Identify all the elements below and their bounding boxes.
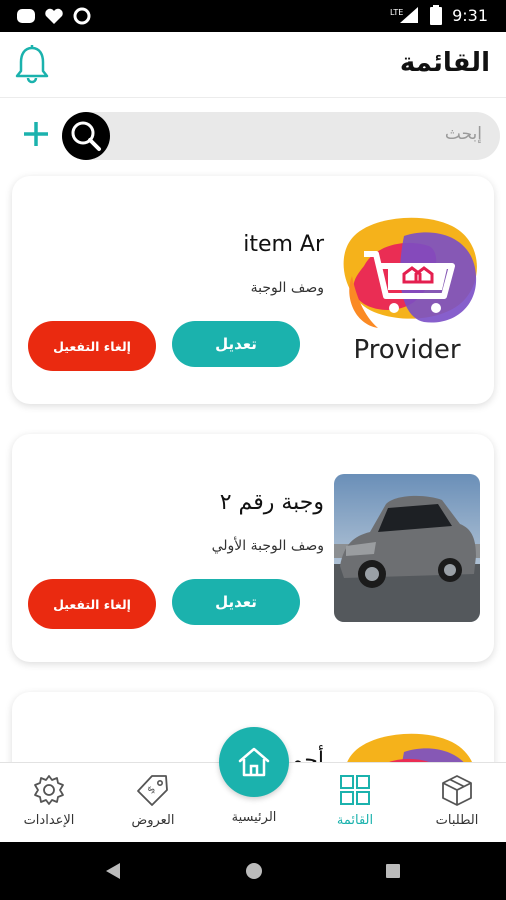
system-navigation-bar [0, 842, 506, 900]
nav-label: القائمة [336, 813, 374, 828]
heart-icon [45, 8, 63, 24]
svg-text:LTE: LTE [390, 8, 403, 17]
nav-label: العروض [131, 813, 175, 828]
provider-logo-text: Provider [353, 335, 460, 364]
item-description: وصف الوجبة الأولي [211, 538, 324, 554]
box-icon [442, 775, 472, 806]
search-input[interactable] [142, 124, 482, 144]
system-status: LTE 9:31 [390, 5, 488, 25]
deactivate-button[interactable]: إلغاء التفعيل [28, 321, 156, 371]
edit-button[interactable]: تعديل [172, 321, 300, 367]
nav-settings[interactable]: الإعدادات [4, 773, 94, 828]
gear-icon [34, 775, 64, 805]
menu-item-card: وجبة رقم ٢ وصف الوجبة الأولي تعديل إلغاء… [12, 434, 494, 662]
nav-orders[interactable]: الطلبات [412, 773, 502, 828]
nav-menu[interactable]: القائمة [310, 773, 400, 828]
page-title: القائمة [399, 48, 490, 78]
edit-button[interactable]: تعديل [172, 579, 300, 625]
provider-logo-image: Provider [334, 216, 480, 364]
car-photo-image [334, 474, 480, 622]
search-button[interactable] [62, 112, 110, 160]
item-title: وجبة رقم ٢ [219, 490, 324, 515]
search-icon [71, 121, 101, 151]
back-icon[interactable] [104, 862, 122, 880]
add-item-button[interactable] [20, 116, 52, 152]
bell-icon[interactable] [14, 44, 50, 84]
svg-text:$: $ [146, 784, 158, 796]
tag-icon: $ [137, 775, 168, 806]
item-description: وصف الوجبة [250, 280, 324, 296]
battery-icon [430, 5, 443, 25]
clock: 9:31 [452, 5, 488, 25]
signal-icon: LTE [390, 7, 419, 23]
grid-icon [340, 775, 370, 805]
menu-item-card: Provider item Ar وصف الوجبة تعديل إلغاء … [12, 176, 494, 404]
search-bar [62, 112, 500, 160]
recents-icon[interactable] [384, 862, 402, 880]
sync-icon [73, 7, 91, 25]
status-bar: LTE 9:31 [0, 0, 506, 32]
nav-label: الإعدادات [23, 813, 75, 828]
home-icon [238, 747, 270, 777]
nav-label-home[interactable]: الرئيسية [209, 810, 299, 825]
app-header: القائمة [0, 32, 506, 98]
notification-icons [16, 7, 92, 25]
home-button[interactable] [219, 727, 289, 797]
notification-app-icon [17, 9, 35, 23]
nav-label: الطلبات [435, 813, 479, 828]
nav-offers[interactable]: $ العروض [108, 773, 198, 828]
home-circle-icon[interactable] [244, 861, 264, 881]
deactivate-button[interactable]: إلغاء التفعيل [28, 579, 156, 629]
item-title: item Ar [243, 232, 324, 257]
